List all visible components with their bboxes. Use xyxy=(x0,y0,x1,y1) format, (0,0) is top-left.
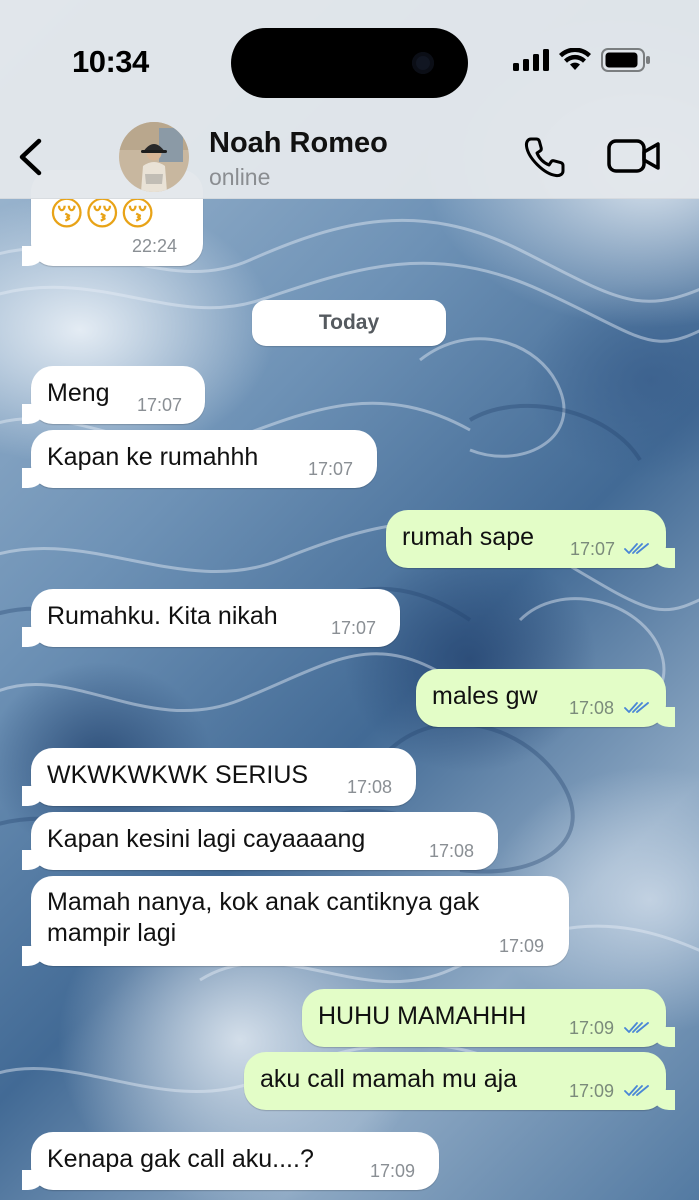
message-time: 17:08 xyxy=(569,698,615,718)
message-text: Kenapa gak call aku....? xyxy=(47,1145,314,1173)
message-bubble-incoming[interactable]: Mamah nanya, kok anak cantiknya gak mamp… xyxy=(22,876,569,966)
message-text: rumah sape xyxy=(402,523,535,551)
message-bubble-incoming[interactable]: Kapan ke rumahhh 17:07 xyxy=(22,430,377,488)
message-time: 17:08 xyxy=(347,777,393,797)
message-time: 17:09 xyxy=(499,936,545,956)
message-text: Meng xyxy=(47,379,110,407)
message-bubble-outgoing[interactable]: aku call mamah mu aja 17:09 xyxy=(244,1052,675,1110)
emoji-text: 😚😚😚 xyxy=(49,194,156,234)
message-time: 17:07 xyxy=(570,539,616,559)
read-receipt-icon xyxy=(624,543,649,554)
message-bubble-outgoing[interactable]: HUHU MAMAHHH 17:09 xyxy=(302,989,675,1047)
message-time: 17:09 xyxy=(569,1081,615,1101)
contact-status: online xyxy=(209,164,271,190)
read-receipt-icon xyxy=(624,1085,649,1096)
read-receipt-icon xyxy=(624,1022,649,1033)
message-time: 17:07 xyxy=(331,618,377,638)
message-text: males gw xyxy=(432,682,538,710)
message-text: Kapan kesini lagi cayaaaang xyxy=(47,825,366,853)
read-receipt-icon xyxy=(624,702,649,713)
message-bubble-outgoing[interactable]: males gw 17:08 xyxy=(416,669,675,727)
chevron-left-icon[interactable] xyxy=(16,138,46,176)
message-text: HUHU MAMAHHH xyxy=(318,1002,527,1030)
message-time: 17:07 xyxy=(308,459,354,479)
header-content: Noah Romeo online xyxy=(0,0,699,198)
message-text: aku call mamah mu aja xyxy=(260,1065,518,1093)
message-bubble-incoming[interactable]: Kapan kesini lagi cayaaaang 17:08 xyxy=(22,812,498,870)
message-bubble-incoming[interactable]: Meng 17:07 xyxy=(22,366,205,424)
contact-avatar[interactable] xyxy=(119,122,189,192)
message-time: 17:08 xyxy=(429,841,475,861)
message-bubble-incoming[interactable]: WKWKWKWK SERIUS 17:08 xyxy=(22,748,416,806)
phone-icon[interactable] xyxy=(522,134,568,180)
contact-name[interactable]: Noah Romeo xyxy=(209,127,388,160)
message-text: Rumahku. Kita nikah xyxy=(47,602,278,630)
date-separator: Today xyxy=(252,300,446,346)
message-time: 22:24 xyxy=(132,236,178,256)
message-time: 17:07 xyxy=(137,395,183,415)
message-time: 17:09 xyxy=(569,1018,615,1038)
message-bubble-incoming[interactable]: Kenapa gak call aku....? 17:09 xyxy=(22,1132,439,1190)
video-camera-icon[interactable] xyxy=(606,135,662,177)
message-bubble-outgoing[interactable]: rumah sape 17:07 xyxy=(386,510,675,568)
message-text: WKWKWKWK SERIUS xyxy=(47,761,309,789)
message-bubble-incoming[interactable]: Rumahku. Kita nikah 17:07 xyxy=(22,589,400,647)
message-time: 17:09 xyxy=(370,1161,416,1181)
message-text: Kapan ke rumahhh xyxy=(47,443,259,471)
message-text: Mamah nanya, kok anak cantiknya gak mamp… xyxy=(47,888,480,947)
date-separator-label: Today xyxy=(318,311,380,334)
